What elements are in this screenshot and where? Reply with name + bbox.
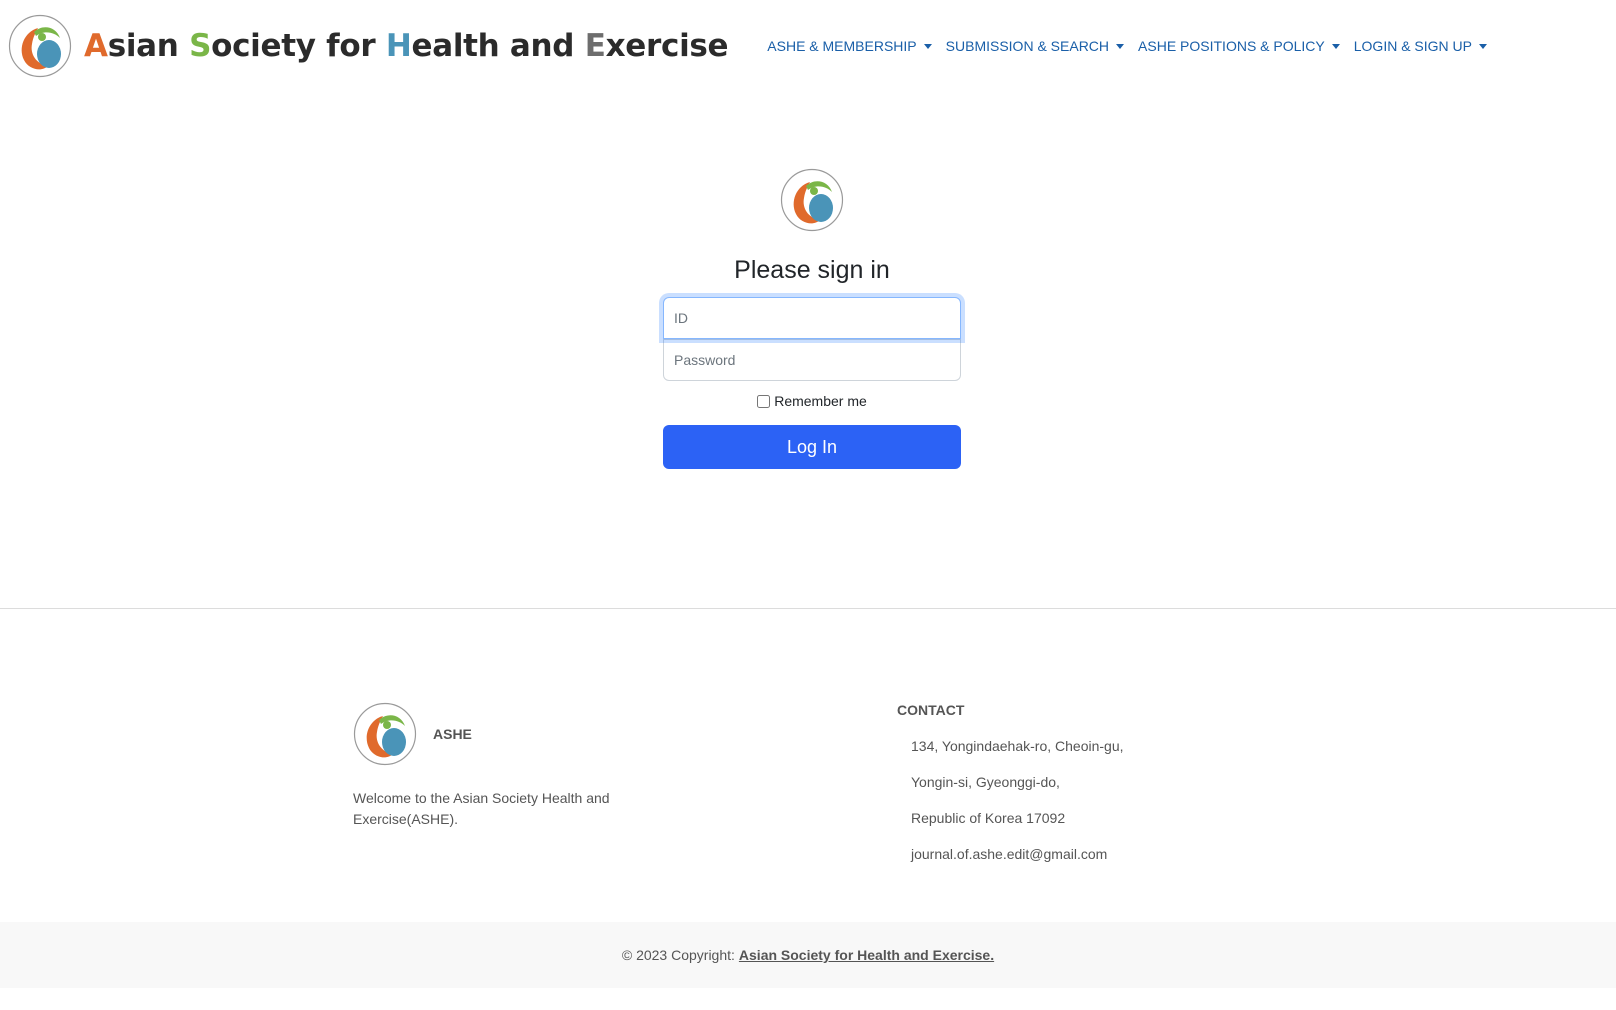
contact-address-line: 134, Yongindaehak-ro, Cheoin-gu, [911, 738, 1124, 754]
brand-title-part: xercise [605, 28, 729, 64]
brand-title: Asian Society for Health and Exercise [84, 28, 729, 64]
brand-title-part: H [385, 28, 412, 64]
copyright-link[interactable]: Asian Society for Health and Exercise. [739, 947, 994, 963]
caret-down-icon [923, 43, 932, 49]
remember-me-checkbox[interactable] [757, 394, 771, 408]
nav-item-label: LOGIN & SIGN UP [1353, 38, 1472, 54]
remember-me-label: Remember me [774, 393, 867, 409]
brand-title-part: A [84, 28, 108, 64]
contact-address-line: Yongin-si, Gyeonggi-do, [911, 774, 1060, 790]
caret-down-icon [1116, 43, 1125, 49]
footer-brand-name: ASHE [433, 726, 472, 742]
contact-title: CONTACT [897, 702, 965, 718]
nav-item-positions-policy[interactable]: ASHE POSITIONS & POLICY [1131, 30, 1347, 62]
footer-divider [0, 608, 1616, 609]
copyright-text: © 2023 Copyright: [621, 947, 735, 963]
caret-down-icon [1479, 43, 1487, 49]
password-input[interactable] [663, 339, 961, 381]
brand-title-part: E [584, 28, 606, 64]
copyright-bar: © 2023 Copyright: Asian Society for Heal… [0, 922, 1616, 988]
footer-contact: CONTACT 134, Yongindaehak-ro, Cheoin-gu,… [897, 702, 1217, 880]
nav-item-login-signup[interactable]: LOGIN & SIGN UP [1347, 30, 1494, 62]
brand-title-part: ealth and [411, 28, 585, 64]
brand-link[interactable]: Asian Society for Health and Exercise [8, 14, 729, 78]
ashe-logo-icon [780, 168, 844, 232]
ashe-logo-icon [353, 702, 417, 766]
nav-item-ashe-membership[interactable]: ASHE & MEMBERSHIP [760, 30, 938, 62]
footer-about: ASHE Welcome to the Asian Society Health… [353, 702, 653, 844]
ashe-logo-icon [8, 14, 72, 78]
contact-address-line: Republic of Korea 17092 [911, 810, 1066, 826]
nav-item-label: ASHE & MEMBERSHIP [767, 38, 917, 54]
remember-me[interactable]: Remember me [757, 393, 867, 409]
caret-down-icon [1331, 43, 1340, 49]
footer-welcome-text: Welcome to the Asian Society Health and … [353, 790, 610, 827]
nav-item-label: SUBMISSION & SEARCH [945, 38, 1110, 54]
brand-title-part: S [189, 28, 212, 64]
main-nav: ASHE & MEMBERSHIP SUBMISSION & SEARCH AS… [760, 30, 1494, 62]
signin-title: Please sign in [734, 256, 890, 284]
id-input[interactable] [663, 297, 961, 339]
signin-form: Please sign in Remember me Log In [663, 168, 961, 469]
brand-title-part: ociety for [211, 28, 386, 64]
footer-brand: ASHE [353, 702, 653, 766]
contact-email: journal.of.ashe.edit@gmail.com [911, 846, 1108, 862]
brand-title-part: sian [107, 28, 190, 64]
nav-item-submission-search[interactable]: SUBMISSION & SEARCH [939, 30, 1131, 62]
nav-item-label: ASHE POSITIONS & POLICY [1138, 38, 1325, 54]
login-button[interactable]: Log In [663, 425, 961, 469]
navbar: Asian Society for Health and Exercise AS… [0, 0, 1616, 92]
